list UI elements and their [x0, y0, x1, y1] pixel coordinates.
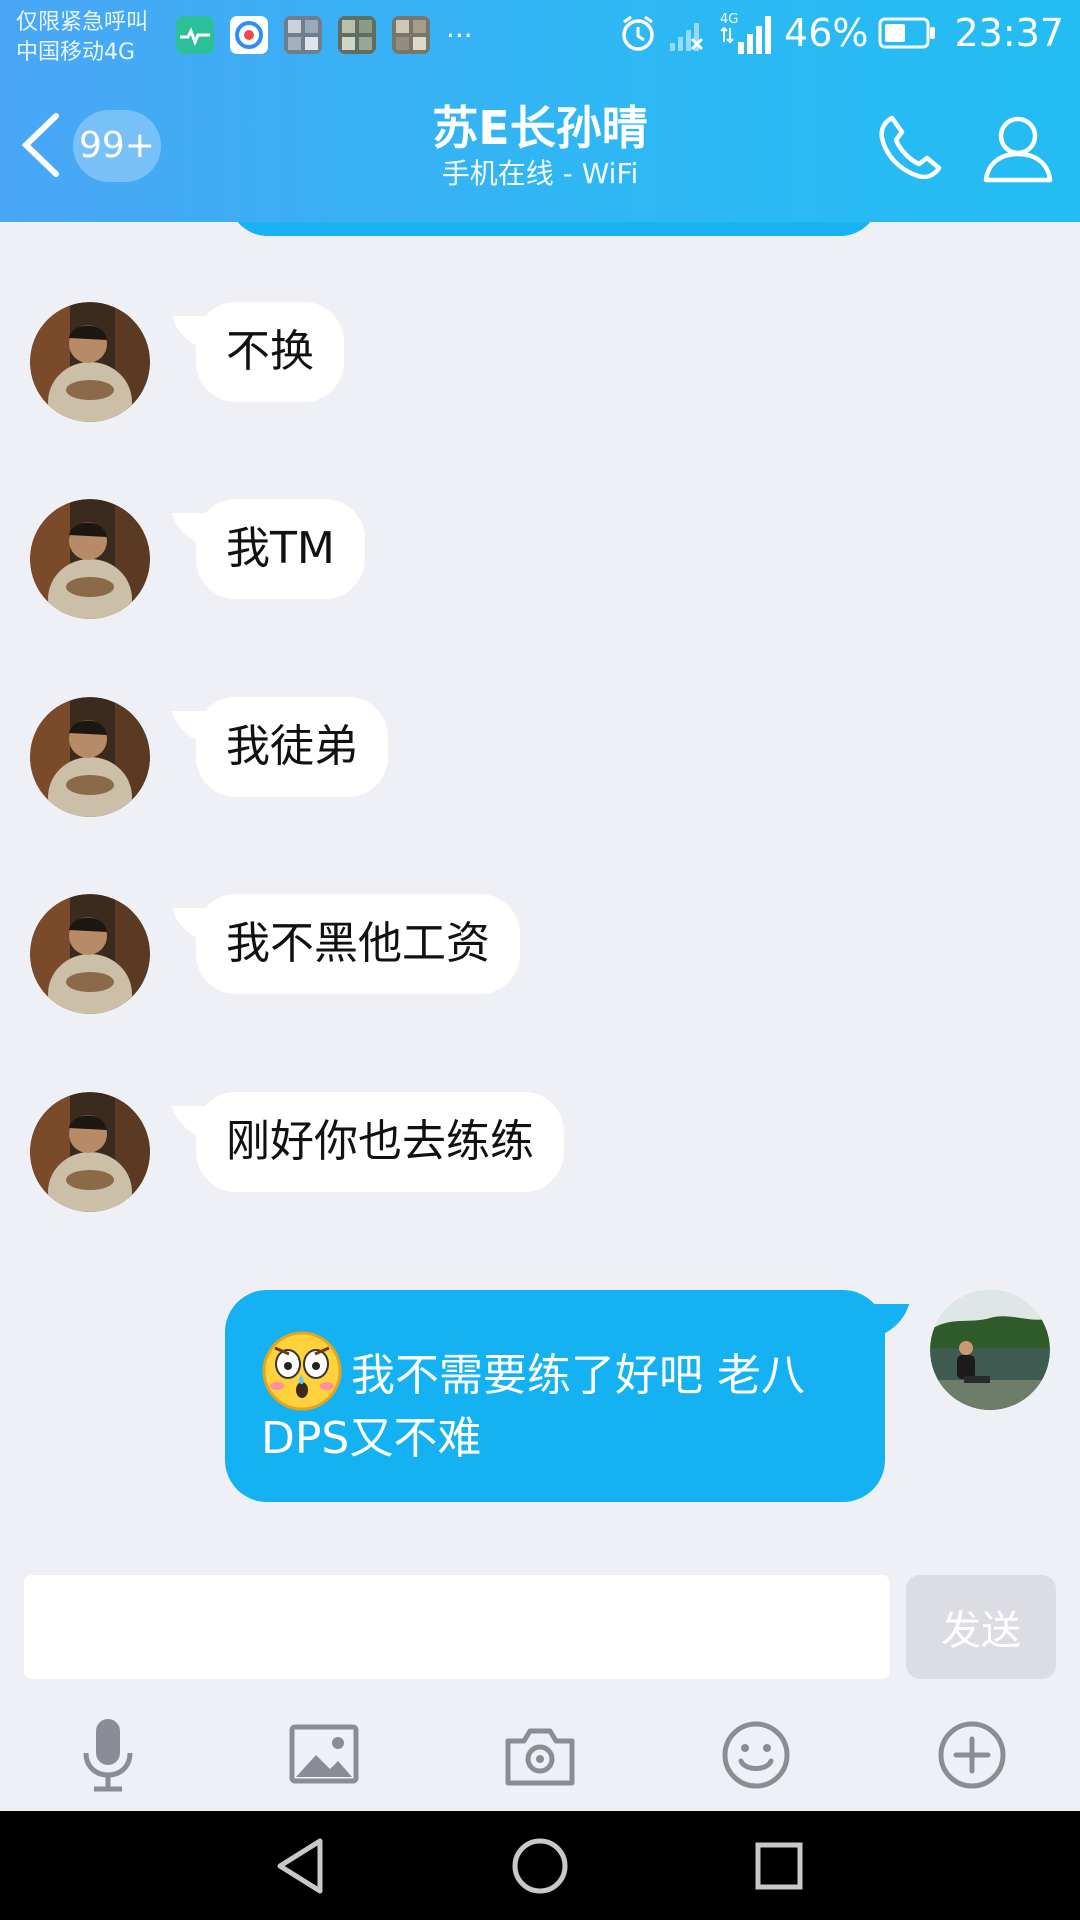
nav-home-icon[interactable]: [507, 1833, 573, 1899]
contact-avatar[interactable]: [30, 302, 150, 422]
plus-more-icon[interactable]: [930, 1713, 1014, 1797]
clock: 23:37: [954, 11, 1064, 55]
battery-percent: 46%: [784, 11, 869, 55]
message-bubble[interactable]: 刚好你也去练练: [196, 1092, 564, 1192]
image-picker-icon[interactable]: [282, 1713, 366, 1797]
nav-recents-icon[interactable]: [746, 1833, 812, 1899]
my-avatar[interactable]: [930, 1290, 1050, 1410]
system-indicators: 4G 46% 23:37: [618, 10, 1064, 56]
send-button[interactable]: 发送: [906, 1575, 1056, 1679]
message-text: 我不黑他工资: [226, 918, 490, 969]
message-bubble[interactable]: 我TM: [196, 499, 365, 599]
emergency-call-text: 仅限紧急呼叫: [16, 10, 149, 35]
contact-avatar[interactable]: [30, 894, 150, 1014]
system-navigation-bar: [0, 1811, 1080, 1920]
back-arrow-icon[interactable]: [16, 110, 76, 180]
message-text: 不换: [226, 326, 314, 377]
contact-name: 苏E长孙晴: [432, 101, 648, 155]
emoji-icon[interactable]: [714, 1713, 798, 1797]
carrier-info: 仅限紧急呼叫 中国移动4G: [16, 8, 148, 68]
photo-notification-icon-3: [392, 16, 430, 54]
online-status: 手机在线 - WiFi: [441, 157, 639, 190]
message-text: 我徒弟: [226, 721, 358, 772]
more-notifications: ···: [446, 18, 473, 52]
contact-profile-icon[interactable]: [978, 108, 1058, 188]
alarm-icon: [622, 15, 654, 51]
status-bar: 仅限紧急呼叫 中国移动4G ··· 4G 46% 23:37: [0, 0, 1080, 70]
signal-sim1-icon: [670, 23, 704, 51]
battery-icon: [878, 17, 936, 49]
title-bar: 苏E长孙晴 手机在线 - WiFi: [0, 70, 1080, 222]
microphone-icon[interactable]: [66, 1713, 150, 1797]
header: 仅限紧急呼叫 中国移动4G ··· 4G 46% 23:37 苏E长孙晴 手机在…: [0, 0, 1080, 222]
health-app-icon: [176, 16, 214, 54]
unread-count-badge[interactable]: 99+: [73, 110, 161, 182]
nav-back-icon[interactable]: [268, 1833, 334, 1899]
contact-avatar[interactable]: [30, 499, 150, 619]
message-bubble[interactable]: 不换: [196, 302, 344, 402]
shocked-face-emoji-icon: [262, 1331, 342, 1411]
phone-call-icon[interactable]: [870, 108, 950, 188]
composer: 发送: [0, 1555, 1080, 1811]
photo-notification-icon: [284, 16, 322, 54]
composer-toolbar: [0, 1705, 1080, 1811]
message-input[interactable]: [24, 1575, 890, 1679]
camera-icon[interactable]: [498, 1713, 582, 1797]
message-bubble[interactable]: 我徒弟: [196, 697, 388, 797]
chat-title-area: 苏E长孙晴 手机在线 - WiFi: [240, 100, 840, 192]
message-text: 刚好你也去练练: [226, 1116, 534, 1167]
notification-icons: ···: [176, 16, 473, 54]
network-type: 4G: [720, 12, 738, 27]
photo-notification-icon-2: [338, 16, 376, 54]
message-text: 我TM: [226, 523, 335, 574]
browser-app-icon: [230, 16, 268, 54]
message-bubble[interactable]: 我不黑他工资: [196, 894, 520, 994]
contact-avatar[interactable]: [30, 1092, 150, 1212]
my-message-bubble[interactable]: 我不需要练了好吧 老八DPS又不难: [225, 1290, 885, 1502]
contact-avatar[interactable]: [30, 697, 150, 817]
carrier-name: 中国移动4G: [16, 40, 136, 65]
signal-4g-icon: 4G: [720, 12, 772, 54]
